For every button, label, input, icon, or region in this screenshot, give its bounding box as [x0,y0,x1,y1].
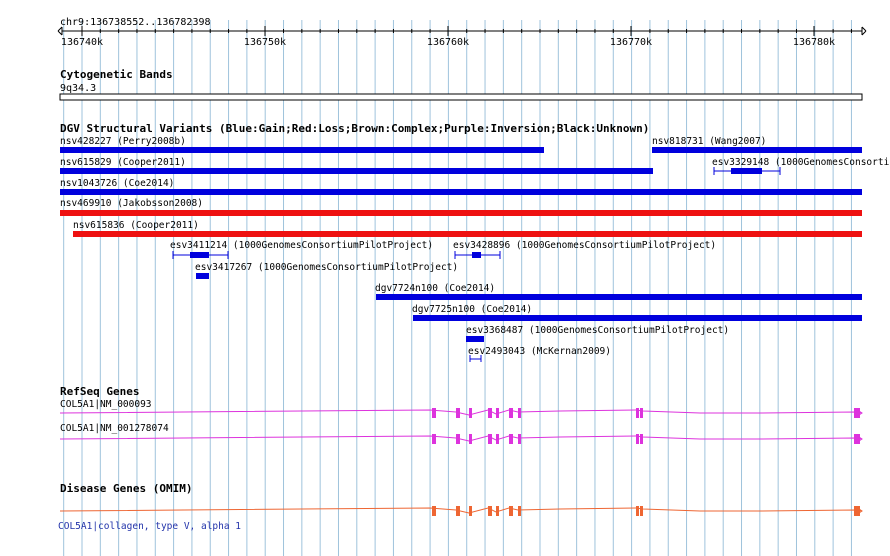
exon[interactable] [496,506,499,516]
exon[interactable] [640,506,643,516]
exon[interactable] [636,506,639,516]
variant-bar-gain[interactable] [60,168,653,174]
dgv-track[interactable]: DGV Structural Variants (Blue:Gain;Red:L… [60,122,890,362]
cytoband-track-title: Cytogenetic Bands [60,68,173,81]
variant-label: esv3417267 (1000GenomesConsortiumPilotPr… [195,262,458,273]
exon[interactable] [469,408,472,418]
variant-label: esv3428896 (1000GenomesConsortiumPilotPr… [453,240,716,251]
gene-label: COL5A1|NM_001278074 [60,423,169,434]
ruler-ticks: 136740k 136750k 136760k 136770k 136780k [61,26,852,48]
ruler-tick-label: 136750k [244,37,286,48]
exon[interactable] [518,506,521,516]
variant-bar-gain[interactable] [466,336,484,342]
variant-label: esv3329148 (1000GenomesConsortiumPilotPr… [712,157,890,168]
location-label: chr9:136738552..136782398 [60,17,211,28]
genome-browser: chr9:136738552..136782398 136740k 136750k… [0,0,890,556]
ruler-tick-label: 136740k [61,37,103,48]
ruler-tick-label: 136780k [793,37,835,48]
variant-bar-gain[interactable] [376,294,862,300]
exon[interactable] [488,506,492,516]
exon[interactable] [432,434,436,444]
refseq-track-title: RefSeq Genes [60,385,139,398]
exon[interactable] [640,408,643,418]
exon[interactable] [518,434,521,444]
variant-label: esv3368487 (1000GenomesConsortiumPilotPr… [466,325,729,336]
variant-label: esv2493043 (McKernan2009) [468,346,611,357]
exon[interactable] [496,434,499,444]
variant-glyph-gain[interactable] [454,251,501,259]
variant-glyph-gain[interactable] [713,167,781,175]
exon[interactable] [432,408,436,418]
exon[interactable] [432,506,436,516]
ruler-tick-label: 136770k [610,37,652,48]
variant-label: nsv428227 (Perry2008b) [60,136,186,147]
variant-label: esv3411214 (1000GenomesConsortiumPilotPr… [170,240,433,251]
variant-label: nsv818731 (Wang2007) [652,136,766,147]
exon[interactable] [636,434,639,444]
exon[interactable] [509,434,513,444]
exon[interactable] [469,506,472,516]
exon[interactable] [456,434,460,444]
exon[interactable] [509,408,513,418]
exon[interactable] [509,506,513,516]
gene-label: COL5A1|NM_000093 [60,399,152,410]
ruler-tick-label: 136760k [427,37,469,48]
variant-bar-gain[interactable] [60,189,862,195]
variant-label: dgv7724n100 (Coe2014) [375,283,495,294]
variant-bar-gain[interactable] [652,147,862,153]
position-ruler[interactable]: chr9:136738552..136782398 136740k 136750k… [57,17,867,48]
variant-bar-gain[interactable] [60,147,544,153]
variant-glyph-gain[interactable] [172,251,229,259]
dgv-track-title: DGV Structural Variants (Blue:Gain;Red:L… [60,122,649,135]
exon[interactable] [488,434,492,444]
exon[interactable] [636,408,639,418]
variant-label: nsv615829 (Cooper2011) [60,157,186,168]
variant-bar-loss[interactable] [73,231,862,237]
cytoband-label: 9q34.3 [60,83,96,94]
variant-label: dgv7725n100 (Coe2014) [412,304,532,315]
exon[interactable] [496,408,499,418]
exon[interactable] [640,434,643,444]
variant-bar-gain[interactable] [196,273,209,279]
omim-gene-label: COL5A1|collagen, type V, alpha 1 [58,521,241,532]
exon[interactable] [469,434,472,444]
exon[interactable] [518,408,521,418]
exon[interactable] [456,408,460,418]
omim-track-title: Disease Genes (OMIM) [60,482,192,495]
variant-label: nsv469910 (Jakobsson2008) [60,198,203,209]
variant-label: nsv1043726 (Coe2014) [60,178,174,189]
variant-label: nsv615836 (Cooper2011) [73,220,199,231]
variant-bar-loss[interactable] [60,210,862,216]
exon[interactable] [488,408,492,418]
variant-bar-gain[interactable] [413,315,862,321]
exon[interactable] [456,506,460,516]
cytoband-bar[interactable] [59,93,863,101]
genome-track-canvas: chr9:136738552..136782398 136740k 136750k… [57,17,890,556]
